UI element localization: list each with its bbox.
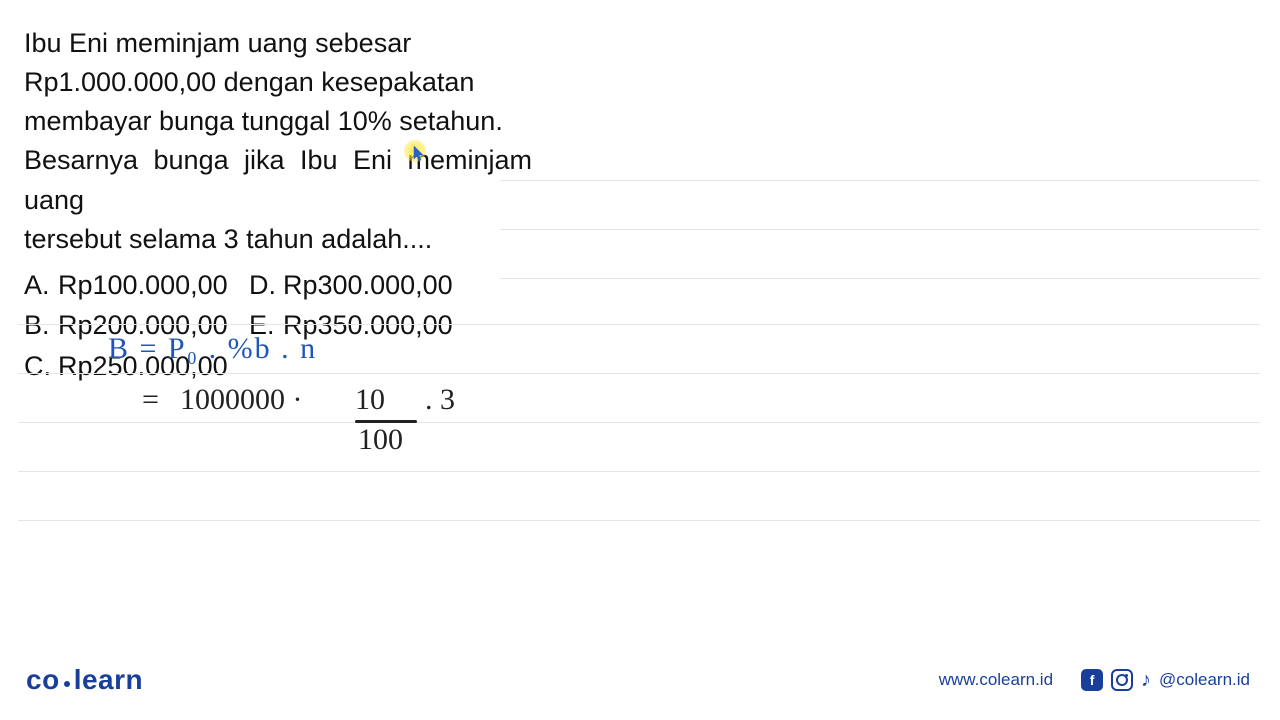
tiktok-icon: ♪ (1141, 669, 1151, 691)
option-D: Rp300.000,00 (283, 270, 453, 300)
handwriting-tail: . 3 (425, 383, 455, 417)
problem-line-3: membayar bunga tunggal 10% setahun. (24, 102, 532, 141)
logo-left: co (26, 664, 60, 696)
problem-line-5: tersebut selama 3 tahun adalah.... (24, 220, 532, 259)
problem-line-4: Besarnya bunga jika Ibu Eni meminjam uan… (24, 141, 532, 219)
logo-right: learn (74, 664, 143, 696)
social-handle: @colearn.id (1159, 670, 1250, 690)
social-block: f ♪ @colearn.id (1081, 669, 1250, 691)
footer-url: www.colearn.id (939, 670, 1053, 690)
footer: co learn www.colearn.id f ♪ @colearn.id (0, 664, 1280, 696)
problem-line-1: Ibu Eni meminjam uang sebesar (24, 24, 532, 63)
handwriting-formula: B = P₀ . %b . n (108, 332, 317, 366)
handwriting-frac-bottom: 100 (358, 423, 403, 457)
handwriting-principal: 1000000 · (180, 383, 303, 417)
ruled-lines-top (500, 180, 1260, 279)
option-A: Rp100.000,00 (58, 270, 228, 300)
logo-dot-icon (64, 681, 70, 687)
handwriting-equals: = (142, 383, 159, 417)
logo: co learn (26, 664, 143, 696)
instagram-icon (1111, 669, 1133, 691)
problem-line-2: Rp1.000.000,00 dengan kesepakatan (24, 63, 532, 102)
handwriting-frac-top: 10 (355, 383, 385, 417)
facebook-icon: f (1081, 669, 1103, 691)
